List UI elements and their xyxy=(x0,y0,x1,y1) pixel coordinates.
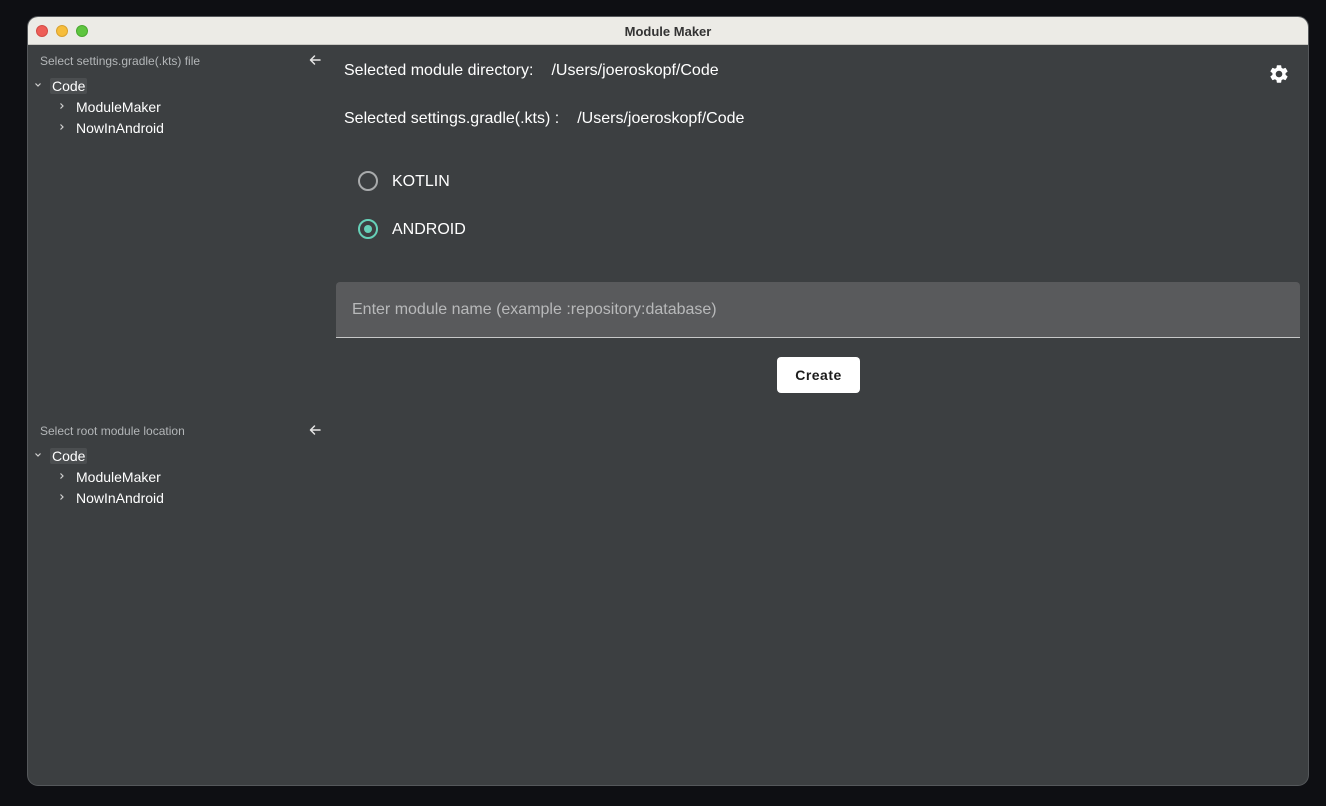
radio-button-checked[interactable] xyxy=(358,219,378,239)
chevron-down-icon[interactable] xyxy=(34,81,42,89)
radio-kotlin-label: KOTLIN xyxy=(392,173,450,190)
tree-item-nowinandroid[interactable]: NowInAndroid xyxy=(28,487,328,508)
radio-button-unchecked[interactable] xyxy=(358,171,378,191)
chevron-down-icon[interactable] xyxy=(34,451,42,459)
tree-item-label: NowInAndroid xyxy=(76,490,164,506)
back-arrow-icon[interactable] xyxy=(309,54,321,66)
back-arrow-icon[interactable] xyxy=(309,424,321,436)
tree-item-label: NowInAndroid xyxy=(76,120,164,136)
tree-item-modulemaker[interactable]: ModuleMaker xyxy=(28,466,328,487)
tree-item-label: ModuleMaker xyxy=(76,99,161,115)
app-window: Module Maker Select settings.gradle(.kts… xyxy=(28,17,1308,785)
tree-item-label: ModuleMaker xyxy=(76,469,161,485)
settings-file-label: Selected settings.gradle(.kts) : xyxy=(344,110,560,127)
chevron-right-icon[interactable] xyxy=(58,123,66,131)
settings-file-value: /Users/joeroskopf/Code xyxy=(577,110,745,127)
window-title: Module Maker xyxy=(624,24,712,39)
create-button[interactable]: Create xyxy=(777,357,860,393)
main-panel: Selected module directory: /Users/joerosk… xyxy=(336,45,1308,785)
tree-item-modulemaker[interactable]: ModuleMaker xyxy=(28,96,328,117)
window-content: Select settings.gradle(.kts) file Code M… xyxy=(28,45,1308,785)
settings-file-row: Selected settings.gradle(.kts) : /Users/j… xyxy=(344,110,744,128)
chevron-right-icon[interactable] xyxy=(58,472,66,480)
tree-item-nowinandroid[interactable]: NowInAndroid xyxy=(28,117,328,138)
settings-file-pane-header: Select settings.gradle(.kts) file xyxy=(28,45,328,75)
root-module-pane: Select root module location Code ModuleM… xyxy=(28,415,328,508)
root-module-pane-header: Select root module location xyxy=(28,415,328,445)
radio-selected-dot xyxy=(364,225,372,233)
tree-item-label: Code xyxy=(50,78,88,94)
tree-item-label: Code xyxy=(50,448,88,464)
tree-item-code[interactable]: Code xyxy=(28,445,328,466)
radio-android-label: ANDROID xyxy=(392,221,466,238)
module-directory-label: Selected module directory: xyxy=(344,62,534,79)
module-directory-value: /Users/joeroskopf/Code xyxy=(551,62,719,79)
module-name-input[interactable] xyxy=(336,282,1300,338)
gear-icon[interactable] xyxy=(1268,63,1290,85)
settings-file-pane: Select settings.gradle(.kts) file Code M… xyxy=(28,45,328,138)
title-bar: Module Maker xyxy=(28,17,1308,45)
chevron-right-icon[interactable] xyxy=(58,493,66,501)
tree-item-code[interactable]: Code xyxy=(28,75,328,96)
settings-file-pane-title: Select settings.gradle(.kts) file xyxy=(40,54,201,68)
module-directory-row: Selected module directory: /Users/joerosk… xyxy=(344,62,719,80)
root-module-pane-title: Select root module location xyxy=(40,424,185,438)
chevron-right-icon[interactable] xyxy=(58,102,66,110)
